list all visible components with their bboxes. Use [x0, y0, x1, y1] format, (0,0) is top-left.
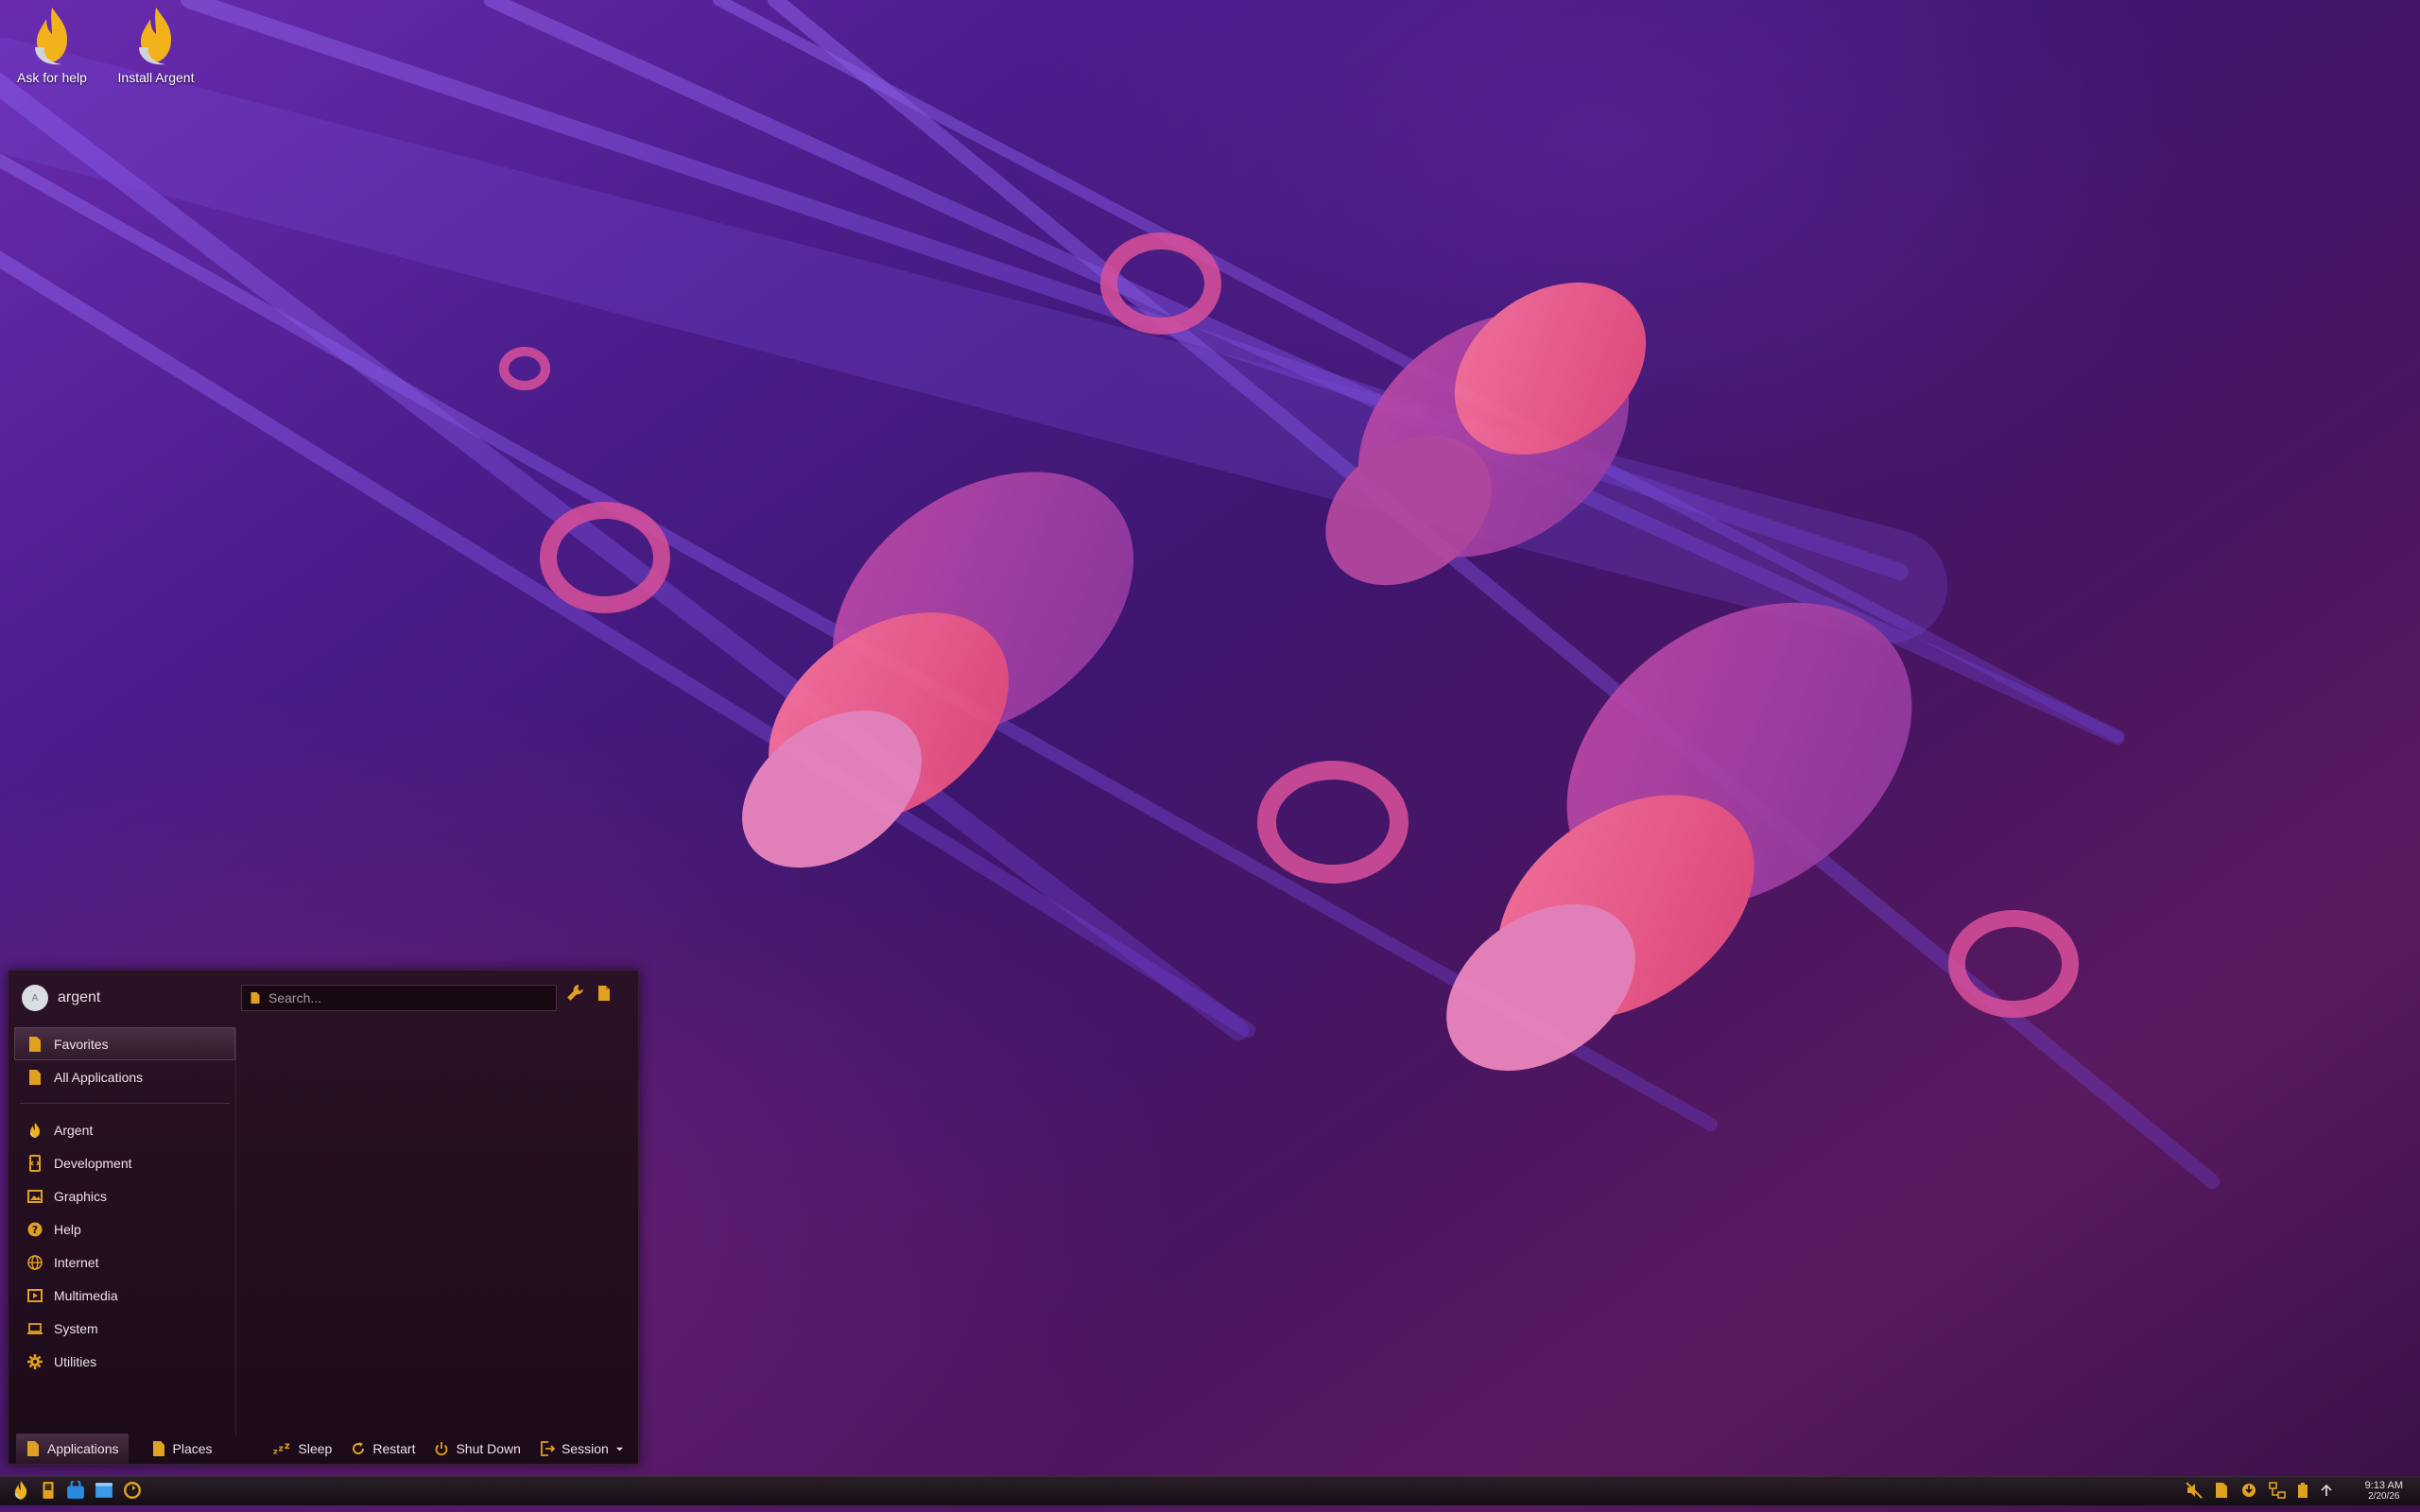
store-icon[interactable]	[66, 1481, 85, 1500]
terminal-icon[interactable]	[40, 1481, 57, 1500]
refresh-icon[interactable]	[123, 1481, 142, 1500]
user-name: argent	[58, 989, 101, 1005]
desktop-icon-ask-for-help[interactable]: Ask for help	[5, 6, 99, 85]
user-header: A argent	[22, 984, 100, 1012]
wrench-icon[interactable]	[566, 984, 585, 1003]
divider	[20, 1103, 230, 1104]
category-label: Multimedia	[54, 1287, 118, 1303]
chevron-down-icon	[615, 1447, 623, 1451]
multimedia-icon	[27, 1288, 43, 1302]
avatar[interactable]: A	[22, 985, 48, 1011]
svg-text:z: z	[284, 1441, 289, 1452]
flame-icon	[139, 8, 171, 65]
menu-tools	[566, 984, 612, 1003]
clock-time: 9:13 AM	[2364, 1480, 2403, 1491]
category-label: Favorites	[54, 1036, 109, 1052]
system-tray	[2186, 1482, 2333, 1499]
clock-date: 2/20/26	[2368, 1491, 2400, 1502]
category-label: Development	[54, 1155, 132, 1171]
category-label: Graphics	[54, 1188, 108, 1204]
vertical-divider	[235, 1027, 236, 1435]
development-icon	[29, 1154, 41, 1172]
flame-icon	[35, 8, 67, 65]
category-favorites[interactable]: Favorites	[14, 1027, 235, 1060]
category-help[interactable]: ? Help	[14, 1212, 235, 1246]
category-utilities[interactable]: Utilities	[14, 1345, 235, 1378]
category-label: All Applications	[54, 1069, 144, 1085]
document-icon	[152, 1441, 164, 1456]
document-icon[interactable]	[2214, 1482, 2229, 1499]
shutdown-button[interactable]: Shut Down	[424, 1434, 529, 1464]
flame-icon	[30, 1122, 40, 1138]
desktop-icon-label: Ask for help	[17, 70, 87, 85]
help-icon: ?	[27, 1222, 43, 1236]
category-development[interactable]: Development	[14, 1146, 235, 1179]
applications-tab[interactable]: Applications	[16, 1434, 129, 1464]
flame-icon[interactable]	[11, 1480, 30, 1501]
taskbar-launchers	[11, 1480, 142, 1501]
document-icon	[251, 992, 260, 1004]
sleep-button[interactable]: zzz Sleep	[264, 1434, 342, 1464]
document-icon	[29, 1069, 41, 1085]
globe-icon	[27, 1254, 43, 1270]
category-label: Utilities	[54, 1353, 97, 1369]
document-icon	[27, 1441, 39, 1456]
update-icon[interactable]	[2240, 1482, 2257, 1499]
graphics-icon	[27, 1189, 43, 1203]
sleep-icon: zzz	[273, 1441, 290, 1455]
network-icon[interactable]	[2269, 1482, 2286, 1499]
session-label: Session	[561, 1441, 609, 1456]
category-list: Favorites All Applications Argent Develo…	[14, 1027, 235, 1378]
taskbar: 9:13 AM 2/20/26	[0, 1476, 2420, 1505]
battery-icon[interactable]	[2297, 1482, 2308, 1499]
category-graphics[interactable]: Graphics	[14, 1179, 235, 1212]
category-label: Help	[54, 1221, 81, 1237]
svg-text:z: z	[278, 1445, 283, 1454]
sleep-label: Sleep	[298, 1441, 333, 1456]
gear-icon	[27, 1353, 43, 1369]
places-label: Places	[172, 1441, 213, 1456]
start-menu: A argent Favorites All Applications Arge…	[8, 970, 639, 1465]
category-system[interactable]: System	[14, 1312, 235, 1345]
places-tab[interactable]: Places	[142, 1434, 222, 1464]
logout-icon	[541, 1441, 555, 1456]
desktop-icon-label: Install Argent	[117, 70, 195, 85]
category-label: System	[54, 1320, 98, 1336]
search-box[interactable]	[241, 985, 557, 1011]
svg-text:?: ?	[32, 1224, 38, 1236]
restart-icon	[353, 1442, 365, 1454]
power-icon	[436, 1442, 448, 1456]
category-label: Internet	[54, 1254, 99, 1270]
session-button[interactable]: Session	[530, 1434, 633, 1464]
svg-text:z: z	[273, 1446, 278, 1455]
category-argent[interactable]: Argent	[14, 1113, 235, 1146]
document-icon	[29, 1036, 41, 1052]
category-label: Argent	[54, 1122, 94, 1138]
chevron-up-icon[interactable]	[2320, 1484, 2333, 1497]
applications-label: Applications	[47, 1441, 119, 1456]
shutdown-label: Shut Down	[456, 1441, 521, 1456]
restart-label: Restart	[372, 1441, 416, 1456]
search-input[interactable]	[267, 989, 544, 1006]
category-internet[interactable]: Internet	[14, 1246, 235, 1279]
laptop-icon	[27, 1322, 43, 1334]
volume-muted-icon[interactable]	[2186, 1482, 2203, 1499]
category-multimedia[interactable]: Multimedia	[14, 1279, 235, 1312]
restart-button[interactable]: Restart	[341, 1434, 424, 1464]
file-manager-icon[interactable]	[95, 1481, 113, 1500]
desktop-icon-install-argent[interactable]: Install Argent	[109, 6, 203, 85]
category-all-applications[interactable]: All Applications	[14, 1060, 235, 1093]
clock[interactable]: 9:13 AM 2/20/26	[2364, 1480, 2403, 1503]
document-icon[interactable]	[596, 984, 612, 1003]
menu-bottom-bar: Applications Places zzz Sleep Restart Sh…	[9, 1434, 638, 1464]
